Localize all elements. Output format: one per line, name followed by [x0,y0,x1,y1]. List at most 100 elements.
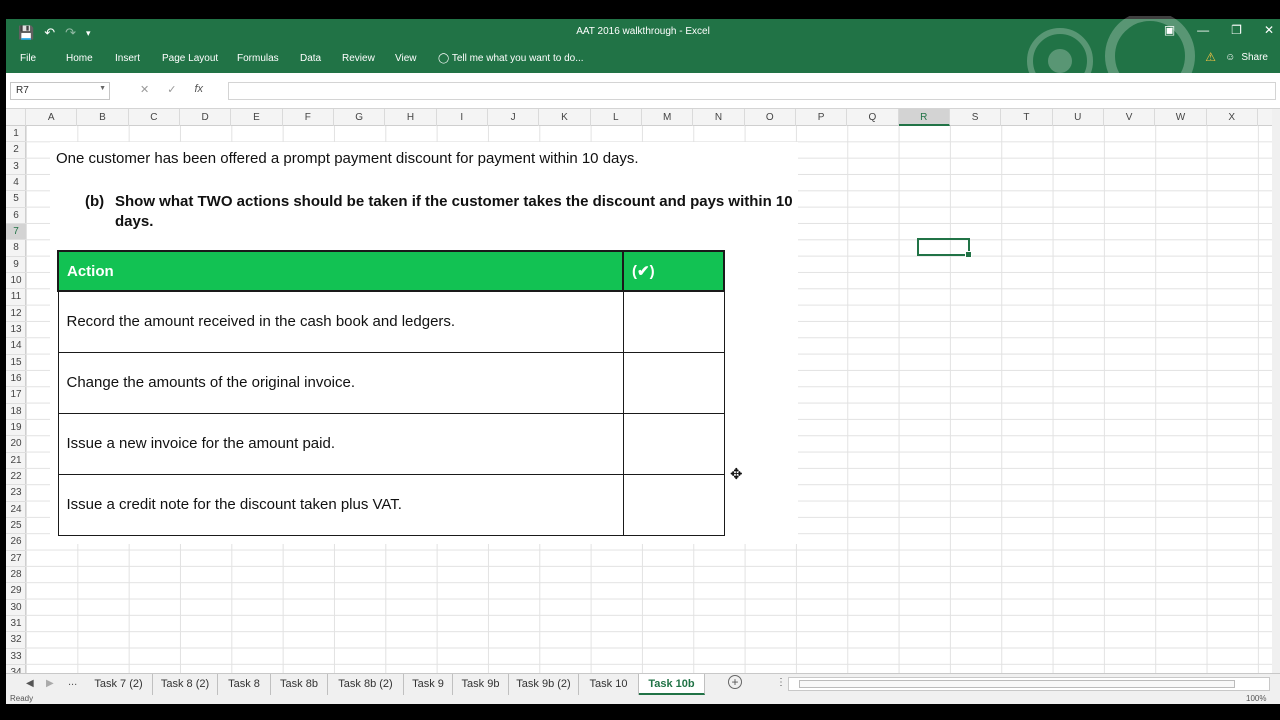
column-header[interactable]: W [1155,109,1207,126]
row-header[interactable]: 33 [6,649,26,665]
column-header[interactable]: T [1001,109,1053,126]
sheet-tab[interactable]: Task 9 [404,674,453,695]
column-header[interactable]: X [1207,109,1258,126]
column-header[interactable]: R [898,109,950,126]
column-header[interactable]: E [231,109,283,126]
tell-me-box[interactable]: ◯ Tell me what you want to do... [438,53,584,64]
row-header[interactable]: 13 [6,322,26,339]
add-sheet-icon[interactable]: + [728,675,742,689]
scrollbar-thumb[interactable] [799,680,1235,688]
column-header[interactable]: B [77,109,129,126]
row-header[interactable]: 28 [6,567,26,584]
column-header[interactable]: D [180,109,232,126]
column-header[interactable]: N [693,109,745,126]
name-box[interactable]: R7 ▼ [10,82,110,100]
row-header[interactable]: 27 [6,551,26,567]
pasted-question-image[interactable]: One customer has been offered a prompt p… [50,142,798,544]
row-header[interactable]: 1 [6,126,26,143]
row-header[interactable]: 10 [6,273,26,290]
row-header[interactable]: 16 [6,371,26,388]
column-header[interactable]: K [539,109,591,126]
row-header[interactable]: 23 [6,485,26,502]
row-header[interactable]: 22 [6,469,26,486]
row-header[interactable]: 29 [6,583,26,600]
sheet-tab[interactable]: Task 10 [579,674,639,695]
tick-cell[interactable] [622,351,725,414]
tab-page-layout[interactable]: Page Layout [162,53,218,64]
row-header[interactable]: 14 [6,338,26,355]
row-header[interactable]: 7 [6,223,26,241]
sheet-tab[interactable]: Task 8b [271,674,328,695]
warning-icon[interactable]: ⚠ [1205,50,1216,64]
column-header[interactable]: O [745,109,796,126]
vertical-scrollbar[interactable] [1272,109,1280,673]
row-header[interactable]: 20 [6,436,26,453]
tick-cell[interactable] [622,290,725,353]
column-header[interactable]: M [642,109,694,126]
row-header[interactable]: 24 [6,502,26,518]
row-header[interactable]: 12 [6,306,26,322]
restore-icon[interactable]: ❐ [1231,23,1242,37]
scroll-sheets-right-icon[interactable]: ▶ [46,678,54,689]
column-header[interactable]: C [129,109,180,126]
row-header[interactable]: 21 [6,453,26,469]
row-header[interactable]: 3 [6,159,26,175]
sheet-tab[interactable]: Task 7 (2) [85,674,153,695]
row-header[interactable]: 8 [6,240,26,257]
row-header[interactable]: 15 [6,355,26,371]
tab-file[interactable]: File [20,53,36,64]
tab-data[interactable]: Data [300,53,321,64]
row-header[interactable]: 6 [6,208,26,224]
cancel-icon[interactable]: ✕ [140,83,149,96]
column-header[interactable]: J [488,109,540,126]
sheet-tab[interactable]: Task 9b (2) [509,674,579,695]
enter-icon[interactable]: ✓ [167,83,176,96]
tab-review[interactable]: Review [342,53,375,64]
column-header[interactable]: I [437,109,488,126]
share-button[interactable]: ☺ Share [1225,52,1268,63]
row-header[interactable]: 25 [6,518,26,535]
chevron-down-icon[interactable]: ▼ [99,85,106,92]
sheet-tab[interactable]: Task 10b [639,674,705,695]
tick-cell[interactable] [622,412,725,475]
row-header[interactable]: 5 [6,191,26,208]
zoom-level[interactable]: 100% [1246,695,1266,703]
tab-formulas[interactable]: Formulas [237,53,279,64]
row-header[interactable]: 4 [6,175,26,192]
column-header[interactable]: H [385,109,437,126]
row-header[interactable]: 17 [6,387,26,404]
insert-function-icon[interactable]: fx [194,83,203,96]
column-header[interactable]: F [283,109,334,126]
column-header[interactable]: A [26,109,78,126]
more-sheets-button[interactable]: ... [68,676,77,688]
row-header[interactable]: 31 [6,616,26,633]
sheet-tab[interactable]: Task 8b (2) [328,674,404,695]
tab-home[interactable]: Home [66,53,93,64]
cells-area[interactable]: One customer has been offered a prompt p… [26,126,1272,673]
row-header[interactable]: 9 [6,257,26,273]
row-header[interactable]: 34 [6,665,26,673]
sheet-options-icon[interactable]: ⋮ [776,677,786,688]
column-header[interactable]: S [950,109,1002,126]
scroll-sheets-left-icon[interactable]: ◀ [26,678,34,689]
column-header[interactable]: Q [847,109,899,126]
row-header[interactable]: 26 [6,534,26,551]
column-header[interactable]: U [1053,109,1104,126]
column-header[interactable]: L [591,109,642,126]
sheet-tab[interactable]: Task 9b [453,674,509,695]
row-header[interactable]: 19 [6,420,26,437]
tick-cell[interactable] [622,473,725,536]
tab-insert[interactable]: Insert [115,53,140,64]
row-header[interactable]: 18 [6,404,26,420]
row-header[interactable]: 30 [6,600,26,616]
active-cell[interactable] [917,238,972,258]
column-header[interactable]: V [1104,109,1156,126]
sheet-tab[interactable]: Task 8 (2) [153,674,218,695]
row-header[interactable]: 11 [6,289,26,306]
row-header[interactable]: 32 [6,632,26,649]
formula-input[interactable] [228,82,1276,100]
column-header[interactable]: G [334,109,386,126]
column-header[interactable]: P [796,109,848,126]
horizontal-scrollbar[interactable] [788,677,1270,691]
close-icon[interactable]: ✕ [1264,23,1274,37]
